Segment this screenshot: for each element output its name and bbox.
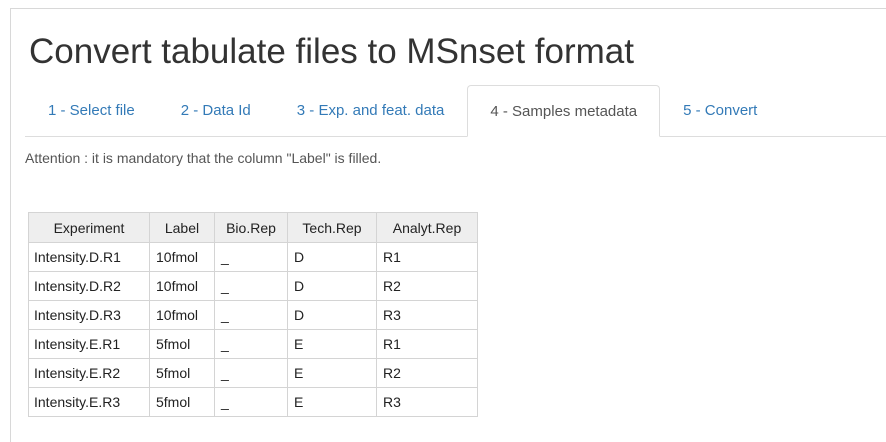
analyt-rep-cell[interactable]: R2: [376, 271, 478, 301]
experiment-cell[interactable]: Intensity.E.R1: [28, 329, 150, 359]
analyt-rep-cell[interactable]: R3: [376, 387, 478, 417]
tab-samples-metadata[interactable]: 4 - Samples metadata: [467, 85, 661, 137]
analyt-rep-cell[interactable]: R2: [376, 358, 478, 388]
column-header-analyt-rep: Analyt.Rep: [376, 212, 478, 243]
column-header-label: Label: [149, 212, 215, 243]
table-row: Intensity.E.R3 5fmol _ E R3: [28, 387, 478, 417]
samples-metadata-table: Experiment Label Bio.Rep Tech.Rep Analyt…: [28, 212, 478, 417]
table-row: Intensity.D.R2 10fmol _ D R2: [28, 271, 478, 301]
bio-rep-cell[interactable]: _: [214, 387, 288, 417]
table-row: Intensity.D.R1 10fmol _ D R1: [28, 242, 478, 272]
label-cell[interactable]: 10fmol: [149, 300, 215, 330]
experiment-cell[interactable]: Intensity.E.R3: [28, 387, 150, 417]
tab-select-file[interactable]: 1 - Select file: [25, 85, 158, 136]
tech-rep-cell[interactable]: D: [287, 300, 377, 330]
label-cell[interactable]: 5fmol: [149, 358, 215, 388]
experiment-cell[interactable]: Intensity.D.R1: [28, 242, 150, 272]
tab-bar: 1 - Select file 2 - Data Id 3 - Exp. and…: [25, 85, 886, 137]
column-header-bio-rep: Bio.Rep: [214, 212, 288, 243]
table-row: Intensity.E.R1 5fmol _ E R1: [28, 329, 478, 359]
tech-rep-cell[interactable]: E: [287, 387, 377, 417]
label-cell[interactable]: 5fmol: [149, 329, 215, 359]
analyt-rep-cell[interactable]: R1: [376, 329, 478, 359]
tab-exp-feat-data[interactable]: 3 - Exp. and feat. data: [274, 85, 468, 136]
tech-rep-cell[interactable]: D: [287, 271, 377, 301]
analyt-rep-cell[interactable]: R3: [376, 300, 478, 330]
bio-rep-cell[interactable]: _: [214, 271, 288, 301]
bio-rep-cell[interactable]: _: [214, 242, 288, 272]
bio-rep-cell[interactable]: _: [214, 329, 288, 359]
experiment-cell[interactable]: Intensity.D.R2: [28, 271, 150, 301]
analyt-rep-cell[interactable]: R1: [376, 242, 478, 272]
label-cell[interactable]: 5fmol: [149, 387, 215, 417]
tech-rep-cell[interactable]: E: [287, 329, 377, 359]
page-title: Convert tabulate files to MSnset format: [29, 32, 634, 71]
label-cell[interactable]: 10fmol: [149, 271, 215, 301]
experiment-cell[interactable]: Intensity.E.R2: [28, 358, 150, 388]
label-cell[interactable]: 10fmol: [149, 242, 215, 272]
bio-rep-cell[interactable]: _: [214, 300, 288, 330]
tech-rep-cell[interactable]: D: [287, 242, 377, 272]
bio-rep-cell[interactable]: _: [214, 358, 288, 388]
table-row: Intensity.E.R2 5fmol _ E R2: [28, 358, 478, 388]
column-header-tech-rep: Tech.Rep: [287, 212, 377, 243]
column-header-experiment: Experiment: [28, 212, 150, 243]
mandatory-label-notice: Attention : it is mandatory that the col…: [25, 150, 382, 166]
tab-convert[interactable]: 5 - Convert: [660, 85, 780, 136]
table-header-row: Experiment Label Bio.Rep Tech.Rep Analyt…: [28, 212, 478, 243]
table-row: Intensity.D.R3 10fmol _ D R3: [28, 300, 478, 330]
tech-rep-cell[interactable]: E: [287, 358, 377, 388]
tab-data-id[interactable]: 2 - Data Id: [158, 85, 274, 136]
experiment-cell[interactable]: Intensity.D.R3: [28, 300, 150, 330]
